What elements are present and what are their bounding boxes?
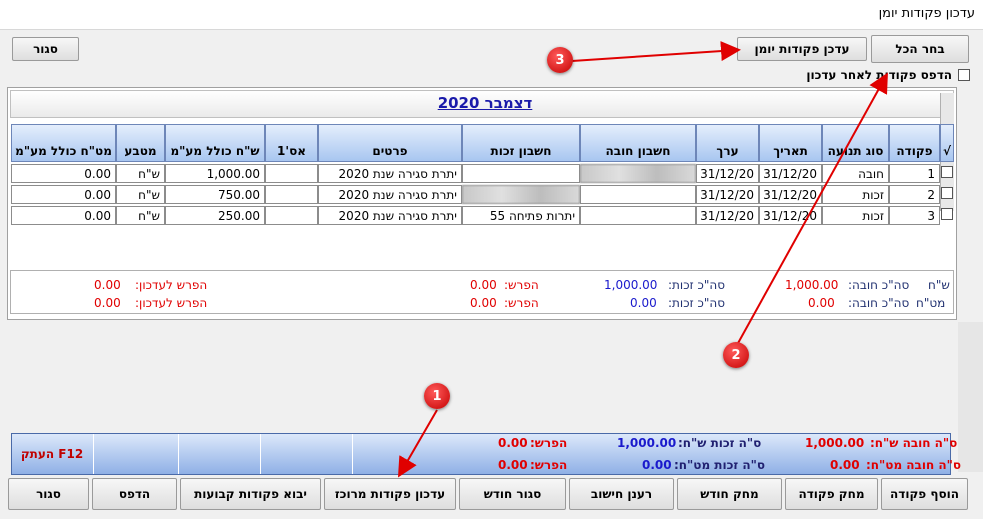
arrow-1 [397,409,438,478]
callout-3: 3 [547,47,573,73]
arrow-3 [571,41,741,62]
arrow-2 [736,72,888,346]
callout-2: 2 [723,342,749,368]
callout-1: 1 [424,383,450,409]
annotation-arrows [397,41,888,478]
